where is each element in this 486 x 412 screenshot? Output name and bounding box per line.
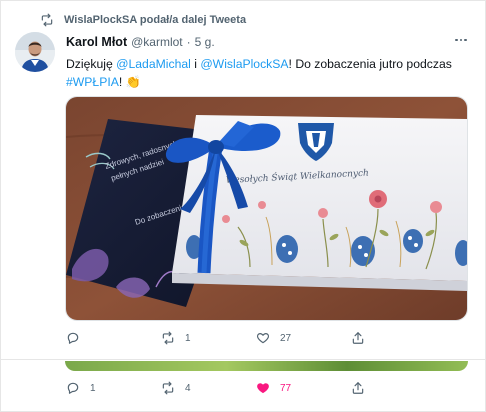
retweet-button[interactable]: 1 bbox=[161, 331, 256, 345]
tweet-text: Dziękuję @LadaMichal i @WislaPlockSA! Do… bbox=[66, 55, 466, 91]
reply-icon bbox=[67, 332, 79, 344]
reply-icon bbox=[67, 382, 79, 394]
tweet-media[interactable]: Zdrowych, radosnych pełnych nadziei Do z… bbox=[65, 96, 468, 321]
tweet-text-part: ! Do zobaczenia jutro podczas bbox=[288, 57, 452, 71]
like-count: 77 bbox=[280, 382, 292, 394]
like-count: 27 bbox=[280, 332, 292, 344]
more-dot-icon bbox=[459, 38, 463, 42]
avatar-image bbox=[15, 32, 55, 72]
share-icon bbox=[352, 332, 364, 344]
share-button[interactable] bbox=[351, 381, 446, 395]
tweet-text-part: i bbox=[190, 57, 201, 71]
tweet-actions: 1 27 bbox=[66, 331, 446, 345]
retweet-icon bbox=[162, 381, 174, 395]
more-options-button[interactable] bbox=[452, 33, 470, 47]
tweet-divider bbox=[0, 359, 486, 360]
next-tweet-actions: 1 4 77 bbox=[66, 381, 446, 395]
retweet-button[interactable]: 4 bbox=[161, 381, 256, 395]
mention-link[interactable]: @LadaMichal bbox=[116, 57, 191, 71]
tweet-text-part: ! bbox=[118, 75, 126, 89]
more-dot-icon bbox=[464, 38, 467, 42]
avatar[interactable] bbox=[15, 32, 55, 72]
mention-link[interactable]: @WislaPlockSA bbox=[200, 57, 288, 71]
author-name[interactable]: Karol Młot bbox=[66, 35, 127, 49]
retweet-count: 4 bbox=[185, 382, 191, 394]
heart-icon bbox=[256, 333, 270, 344]
retweet-context[interactable]: WislaPlockSA podał/a dalej Tweeta bbox=[40, 12, 246, 28]
heart-filled-icon bbox=[257, 383, 269, 394]
more-dot-icon bbox=[455, 38, 458, 42]
reply-count: 1 bbox=[90, 382, 96, 394]
next-tweet-media[interactable] bbox=[65, 361, 468, 371]
tweet-text-part: Dziękuję bbox=[66, 57, 117, 71]
tweet-timestamp[interactable]: 5 g. bbox=[195, 35, 215, 49]
like-button[interactable]: 27 bbox=[256, 331, 351, 345]
like-button[interactable]: 77 bbox=[256, 381, 351, 395]
share-icon bbox=[352, 382, 364, 394]
retweet-icon bbox=[162, 331, 174, 345]
retweet-count: 1 bbox=[185, 332, 191, 344]
header-separator: · bbox=[186, 35, 191, 49]
hashtag-link[interactable]: #WPŁPIA bbox=[66, 75, 119, 89]
retweet-context-text[interactable]: WislaPlockSA podał/a dalej Tweeta bbox=[64, 14, 246, 26]
clapping-hands-emoji: 👏 bbox=[125, 75, 141, 89]
tweet-header: Karol Młot @karmlot · 5 g. bbox=[66, 35, 215, 49]
retweet-icon bbox=[41, 13, 53, 27]
reply-button[interactable] bbox=[66, 331, 161, 345]
author-handle[interactable]: @karmlot bbox=[131, 35, 183, 49]
media-photo: Zdrowych, radosnych pełnych nadziei Do z… bbox=[66, 97, 467, 320]
share-button[interactable] bbox=[351, 331, 446, 345]
reply-button[interactable]: 1 bbox=[66, 381, 161, 395]
